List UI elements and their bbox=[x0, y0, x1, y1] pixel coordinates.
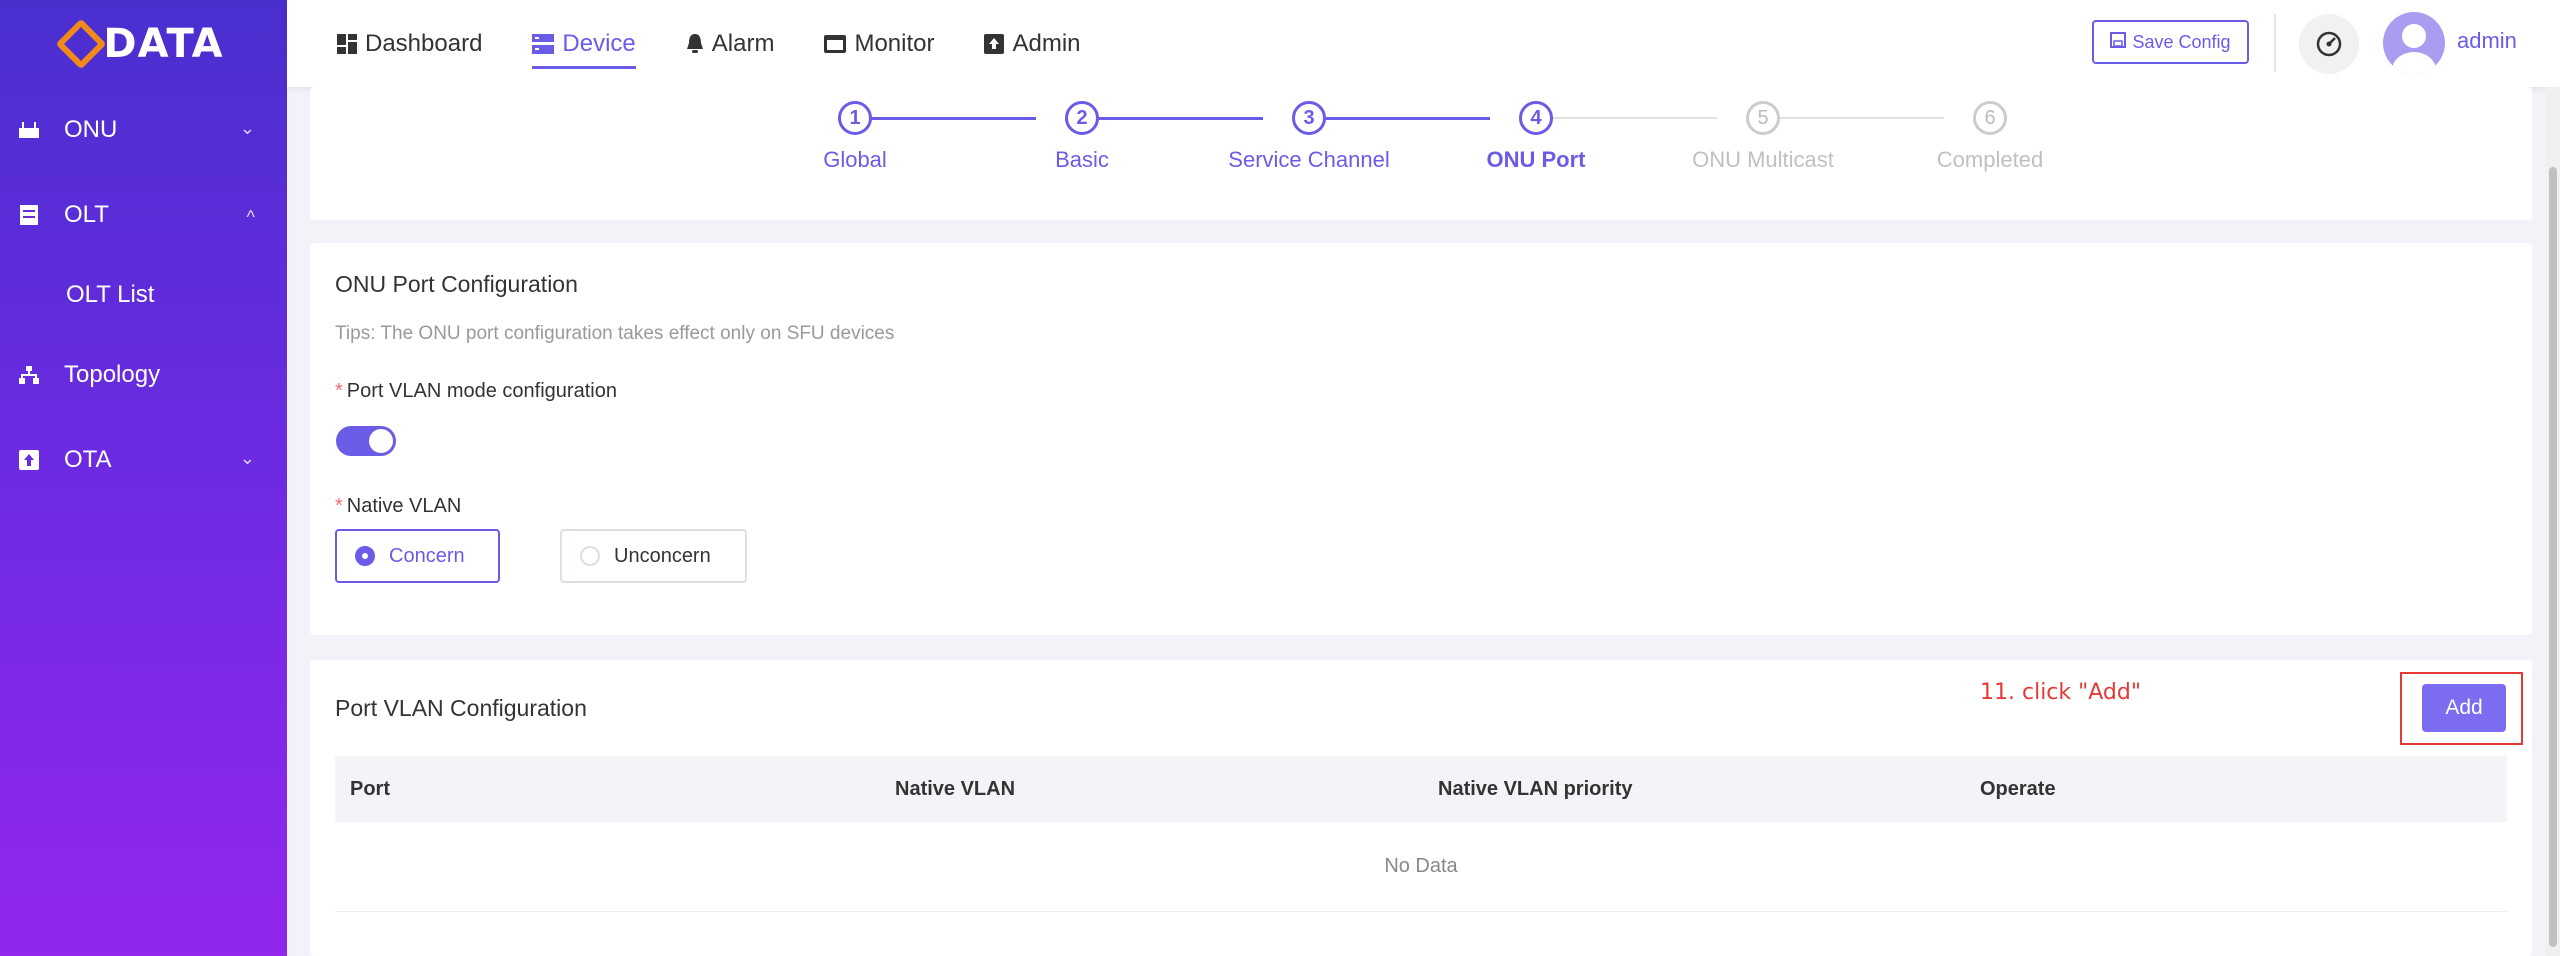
monitor-icon bbox=[824, 34, 847, 53]
sidebar-item-onu[interactable]: ONU ⌄ bbox=[0, 100, 287, 160]
port-vlan-mode-text: Port VLAN mode configuration bbox=[346, 380, 617, 402]
native-vlan-label: * Native VLAN bbox=[335, 495, 461, 518]
step-label: Basic bbox=[1055, 147, 1109, 172]
required-star: * bbox=[335, 380, 343, 402]
onu-port-config-card: ONU Port Configuration Tips: The ONU por… bbox=[310, 243, 2532, 635]
upload-icon bbox=[18, 449, 40, 471]
step-completed: 6 Completed bbox=[1875, 101, 2105, 173]
port-vlan-mode-toggle[interactable] bbox=[336, 426, 396, 456]
column-header-port: Port bbox=[350, 777, 390, 800]
onu-icon bbox=[18, 119, 40, 141]
save-icon bbox=[2110, 31, 2127, 53]
radio-concern[interactable]: Concern bbox=[335, 529, 500, 583]
column-header-native-vlan-priority: Native VLAN priority bbox=[1438, 777, 1633, 800]
chevron-up-icon: ^ bbox=[246, 207, 255, 227]
tab-device[interactable]: Device bbox=[532, 0, 637, 87]
sidebar-item-topology[interactable]: Topology bbox=[0, 345, 287, 405]
step-number: 3 bbox=[1292, 101, 1326, 135]
sidebar-item-label: OTA bbox=[64, 446, 112, 473]
user-name-link[interactable]: admin bbox=[2457, 28, 2517, 54]
step-global[interactable]: 1 Global bbox=[740, 101, 970, 173]
radio-checked-icon bbox=[355, 546, 375, 566]
logo-text: DATA bbox=[103, 20, 224, 67]
step-onu-port[interactable]: 4 ONU Port bbox=[1421, 101, 1651, 173]
tab-label: Alarm bbox=[711, 29, 775, 57]
gauge-icon[interactable] bbox=[2299, 14, 2359, 74]
tab-admin[interactable]: Admin bbox=[984, 0, 1081, 87]
steps-card: 1 Global 2 Basic 3 Service Channel 4 ONU… bbox=[310, 87, 2532, 220]
port-vlan-mode-label: * Port VLAN mode configuration bbox=[335, 380, 617, 403]
step-label: Completed bbox=[1936, 147, 2044, 172]
admin-icon bbox=[984, 33, 1005, 54]
step-number: 6 bbox=[1973, 101, 2007, 135]
port-vlan-config-card: Port VLAN Configuration 11. click "Add" … bbox=[310, 660, 2532, 956]
tutorial-annotation: 11. click "Add" bbox=[1980, 680, 2141, 705]
step-label: ONU Port bbox=[1486, 147, 1586, 172]
native-vlan-text: Native VLAN bbox=[346, 495, 462, 517]
scrollbar[interactable] bbox=[2546, 87, 2560, 956]
tab-label: Admin bbox=[1012, 29, 1081, 57]
onu-port-config-title: ONU Port Configuration bbox=[335, 271, 578, 297]
radio-label: Unconcern bbox=[614, 544, 711, 567]
step-service-channel[interactable]: 3 Service Channel bbox=[1194, 101, 1424, 173]
tab-alarm[interactable]: Alarm bbox=[686, 0, 775, 87]
tab-dashboard[interactable]: Dashboard bbox=[337, 0, 482, 87]
logo[interactable]: DATA bbox=[0, 0, 287, 87]
add-button[interactable]: Add bbox=[2422, 684, 2506, 732]
sidebar: DATA ONU ⌄ OLT ^ OLT List Topology OTA ⌄ bbox=[0, 0, 287, 956]
avatar[interactable] bbox=[2383, 12, 2445, 74]
column-header-operate: Operate bbox=[1980, 777, 2056, 800]
logo-mark-icon bbox=[55, 18, 107, 69]
bell-icon bbox=[686, 33, 704, 54]
required-star: * bbox=[335, 495, 343, 517]
column-header-native-vlan: Native VLAN bbox=[895, 777, 1016, 800]
radio-label: Concern bbox=[389, 544, 465, 567]
step-number: 2 bbox=[1065, 101, 1099, 135]
sidebar-item-label: Topology bbox=[64, 361, 161, 388]
sidebar-item-label: OLT bbox=[64, 201, 109, 228]
sidebar-item-olt-list[interactable]: OLT List bbox=[0, 265, 287, 325]
scrollbar-thumb[interactable] bbox=[2549, 167, 2557, 947]
top-nav: Dashboard Device Alarm Monitor Admin bbox=[337, 0, 1131, 87]
step-basic[interactable]: 2 Basic bbox=[967, 101, 1197, 173]
step-label: ONU Multicast bbox=[1692, 147, 1834, 172]
step-number: 5 bbox=[1746, 101, 1780, 135]
tab-label: Dashboard bbox=[365, 29, 483, 57]
save-config-label: Save Config bbox=[2132, 31, 2231, 52]
save-config-button[interactable]: Save Config bbox=[2092, 20, 2249, 64]
divider bbox=[2274, 14, 2276, 72]
port-vlan-config-title: Port VLAN Configuration bbox=[335, 695, 587, 721]
tips-text: Tips: The ONU port configuration takes e… bbox=[335, 323, 895, 344]
tab-label: Monitor bbox=[854, 29, 935, 57]
step-number: 4 bbox=[1519, 101, 1553, 135]
tab-label: Device bbox=[562, 29, 636, 57]
dashboard-icon bbox=[337, 33, 357, 54]
step-label: Global bbox=[823, 147, 887, 172]
chevron-down-icon: ⌄ bbox=[239, 118, 255, 138]
radio-unchecked-icon bbox=[580, 546, 600, 566]
table-empty-state: No Data bbox=[335, 822, 2507, 912]
sidebar-item-label: ONU bbox=[64, 116, 118, 143]
step-label: Service Channel bbox=[1228, 147, 1390, 172]
tab-monitor[interactable]: Monitor bbox=[824, 0, 934, 87]
sidebar-item-label: OLT List bbox=[66, 281, 155, 308]
sidebar-item-olt[interactable]: OLT ^ bbox=[0, 185, 287, 245]
sidebar-item-ota[interactable]: OTA ⌄ bbox=[0, 430, 287, 490]
table-header: Port Native VLAN Native VLAN priority Op… bbox=[335, 756, 2507, 822]
step-onu-multicast: 5 ONU Multicast bbox=[1648, 101, 1878, 173]
chevron-down-icon: ⌄ bbox=[239, 448, 255, 468]
server-icon bbox=[18, 204, 40, 226]
step-number: 1 bbox=[838, 101, 872, 135]
top-bar: Dashboard Device Alarm Monitor Admin Sav… bbox=[287, 0, 2560, 87]
topology-icon bbox=[18, 364, 40, 386]
radio-unconcern[interactable]: Unconcern bbox=[560, 529, 747, 583]
device-icon bbox=[532, 33, 555, 54]
